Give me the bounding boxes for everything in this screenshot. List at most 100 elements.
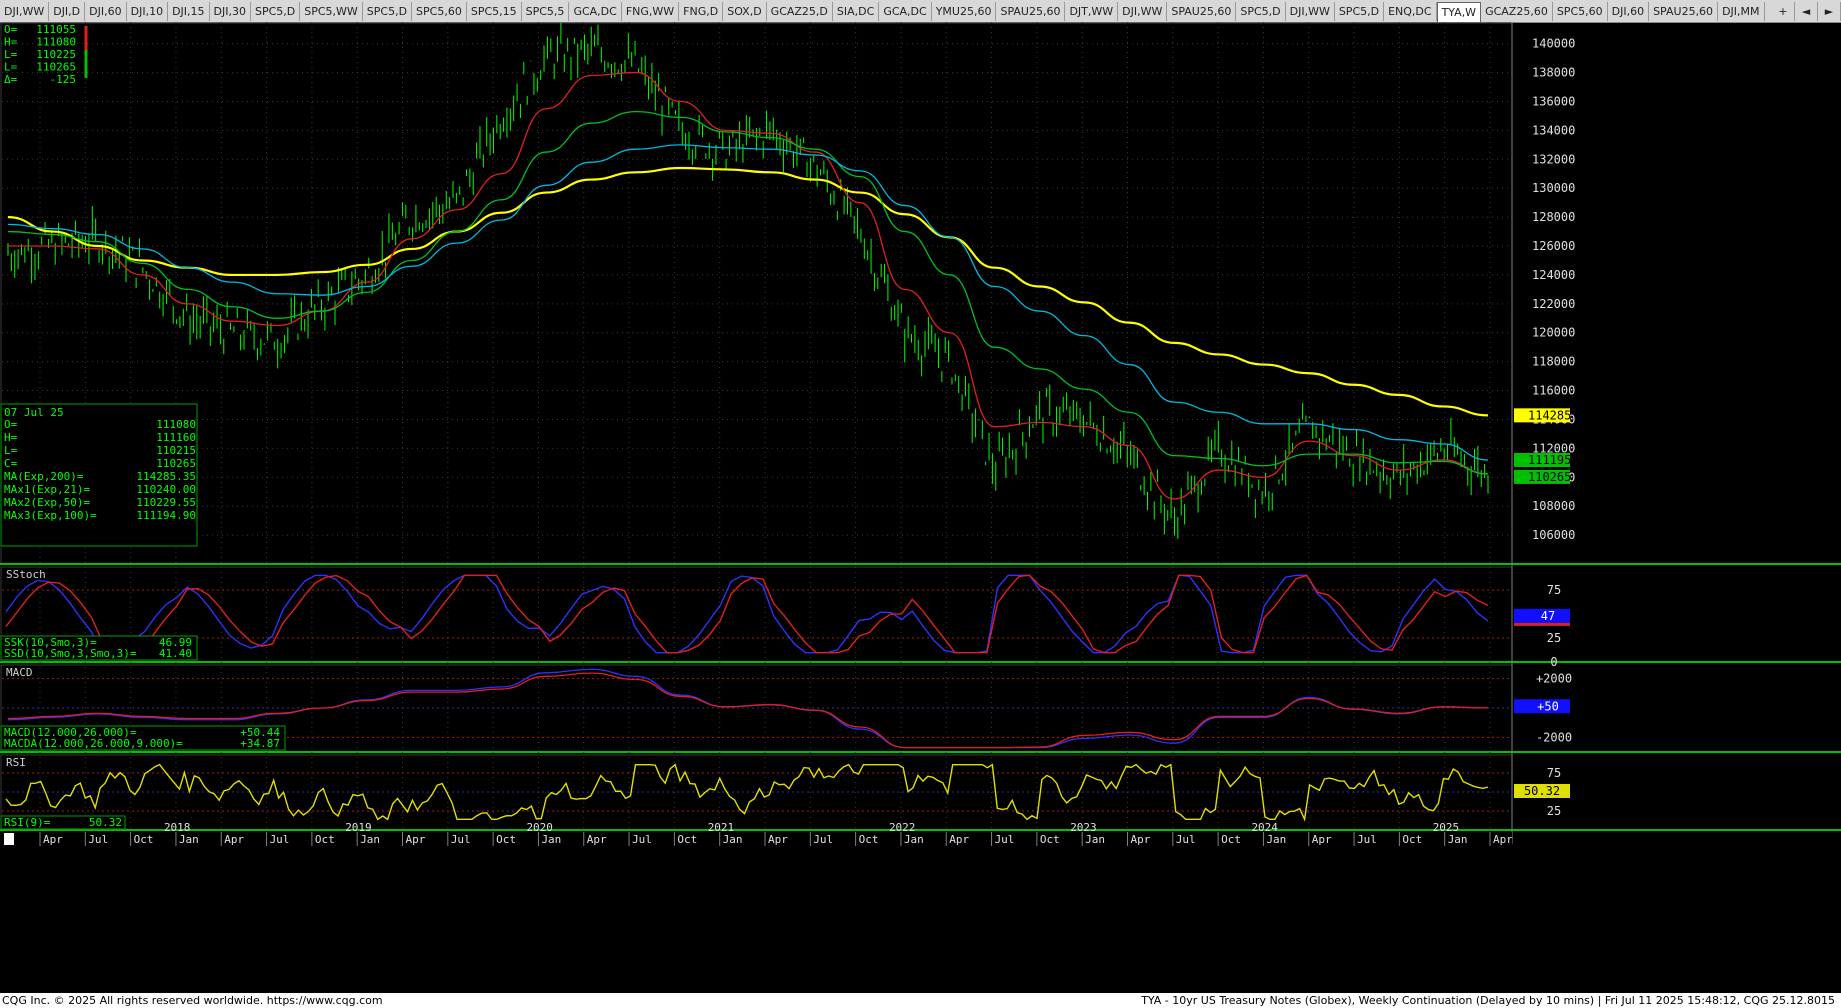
month-label: Oct — [496, 833, 516, 846]
year-label: 2022 — [889, 821, 916, 834]
rsi-axis-label: 25 — [1547, 804, 1561, 818]
year-label: 2025 — [1433, 821, 1460, 834]
price-tick-label: 108000 — [1532, 499, 1575, 513]
month-label: Apr — [43, 833, 63, 846]
chart-tab[interactable]: DJI,WW — [0, 2, 50, 21]
year-label: 2021 — [708, 821, 735, 834]
cursor-label: O= — [4, 23, 18, 36]
chart-tab[interactable]: SIA,DC — [833, 2, 880, 21]
month-label: Apr — [406, 833, 426, 846]
scroll-tabs-left-button[interactable]: ◄ — [1795, 2, 1818, 21]
info-label: MAx3(Exp,100)= — [4, 509, 97, 522]
chart-tab[interactable]: DJI,15 — [168, 2, 210, 21]
price-tick-label: 138000 — [1532, 66, 1575, 80]
chart-tab[interactable]: SPAU25,60 — [996, 2, 1066, 21]
rsi-label: RSI(9)= — [4, 816, 51, 829]
chart-tab[interactable]: GCA,DC — [569, 2, 622, 21]
chart-tab[interactable]: SPC5,60 — [1553, 2, 1608, 21]
chart-tab[interactable]: DJI,60 — [85, 2, 127, 21]
chart-tab[interactable]: SPC5,D — [1335, 2, 1385, 21]
chart-tab[interactable]: ENQ,DC — [1384, 2, 1437, 21]
price-tick-label: 118000 — [1532, 355, 1575, 369]
chart-tab[interactable]: FNG,D — [679, 2, 724, 21]
chart-tab[interactable]: GCAZ25,D — [767, 2, 833, 21]
chart-tab[interactable]: DJI,30 — [210, 2, 251, 21]
info-label: MAx2(Exp,50)= — [4, 496, 90, 509]
month-label: Apr — [768, 833, 788, 846]
cursor-value: -125 — [50, 73, 77, 86]
stoch-axis-label: 25 — [1547, 631, 1561, 645]
chart-tab[interactable]: GCA,DC — [879, 2, 932, 21]
month-label: Jan — [541, 833, 561, 846]
year-label: 2019 — [345, 821, 372, 834]
cursor-value: 111080 — [36, 36, 76, 49]
info-label: MA(Exp,200)= — [4, 470, 84, 483]
price-tick-label: 140000 — [1532, 37, 1575, 51]
chart-tab-bar: DJI,WW DJI,D DJI,60 DJI,10 DJI,15 DJI,30 SPC5,… — [0, 0, 1841, 23]
chart-tab[interactable]: GCAZ25,60 — [1481, 2, 1553, 21]
month-label: Oct — [677, 833, 697, 846]
month-label: Jan — [360, 833, 380, 846]
info-value: 111160 — [156, 431, 196, 444]
year-label: 2018 — [164, 821, 191, 834]
macd-axis-label: +2000 — [1536, 672, 1572, 686]
scroll-tabs-right-button[interactable]: ► — [1818, 2, 1841, 21]
price-tag: 111195 — [1528, 453, 1571, 467]
month-label: Jul — [813, 833, 833, 846]
month-label: Jan — [1448, 833, 1468, 846]
ma200-line — [7, 166, 1489, 417]
info-value: 111194.90 — [136, 509, 196, 522]
price-tick-label: 116000 — [1532, 384, 1575, 398]
chart-tab[interactable]: DJI,D — [49, 2, 86, 21]
stoch-axis-label: 0 — [1550, 655, 1557, 669]
stoch-d-tag — [1514, 622, 1570, 626]
copyright-text: CQG Inc. © 2025 All rights reserved worl… — [2, 994, 383, 1007]
month-label: Oct — [315, 833, 335, 846]
chart-tab[interactable]: SOX,D — [723, 2, 767, 21]
month-label: Jan — [1266, 833, 1286, 846]
stoch-title: SStoch — [6, 568, 46, 581]
chart-tab[interactable]: FNG,WW — [622, 2, 680, 21]
stoch-label: SSD(10,Smo,3,Smo,3)= — [4, 647, 137, 660]
price-tick-label: 134000 — [1532, 123, 1575, 137]
year-label: 2020 — [526, 821, 553, 834]
ma21-line — [8, 71, 1489, 500]
year-label: 2024 — [1251, 821, 1278, 834]
footer: CQG Inc. © 2025 All rights reserved worl… — [0, 993, 1841, 1008]
chart-tab[interactable]: SPC5,WW — [300, 2, 363, 21]
price-tick-label: 120000 — [1532, 326, 1575, 340]
chart-tab[interactable]: TYA,W — [1436, 2, 1482, 22]
chart-tab[interactable]: DJI,10 — [127, 2, 169, 21]
macd-title: MACD — [6, 666, 33, 679]
info-value: 110240.00 — [136, 483, 196, 496]
chart-tab[interactable]: SPC5,15 — [467, 2, 522, 21]
info-label: H= — [4, 431, 18, 444]
chart-tab[interactable]: DJT,WW — [1065, 2, 1119, 21]
symbol-description: TYA - 10yr US Treasury Notes (Globex), W… — [1141, 994, 1835, 1007]
chart-tab[interactable]: SPC5,D — [363, 2, 413, 21]
cursor-label: H= — [4, 36, 18, 49]
chart-tab[interactable]: SPC5,D — [251, 2, 301, 21]
chart-tab[interactable]: SPC5,5 — [522, 2, 570, 21]
price-tick-label: 124000 — [1532, 268, 1575, 282]
chart-tab[interactable]: DJI,WW — [1118, 2, 1168, 21]
price-tick-label: 128000 — [1532, 210, 1575, 224]
month-label: Jul — [1357, 833, 1377, 846]
chart-tab[interactable]: DJI,60 — [1608, 2, 1650, 21]
rsi-tag: 50.32 — [1524, 784, 1560, 798]
chart-tab[interactable]: SPC5,D — [1236, 2, 1286, 21]
month-label: Apr — [949, 833, 969, 846]
stoch-tag: 47 — [1541, 609, 1555, 623]
chart-tab[interactable]: YMU25,60 — [932, 2, 997, 21]
rsi-title: RSI — [6, 756, 26, 769]
price-tick-label: 122000 — [1532, 297, 1575, 311]
month-label: Apr — [1493, 833, 1513, 846]
chart-tab[interactable]: DJI,MM — [1718, 2, 1765, 21]
chart-tab[interactable]: SPAU25,60 — [1167, 2, 1237, 21]
month-label: Jan — [904, 833, 924, 846]
chart-tab[interactable]: SPAU25,60 — [1649, 2, 1719, 21]
chart-tab[interactable]: DJI,WW — [1286, 2, 1335, 21]
info-value: 110265 — [156, 457, 196, 470]
add-tab-button[interactable]: + — [1772, 2, 1795, 21]
chart-tab[interactable]: SPC5,60 — [412, 2, 467, 21]
